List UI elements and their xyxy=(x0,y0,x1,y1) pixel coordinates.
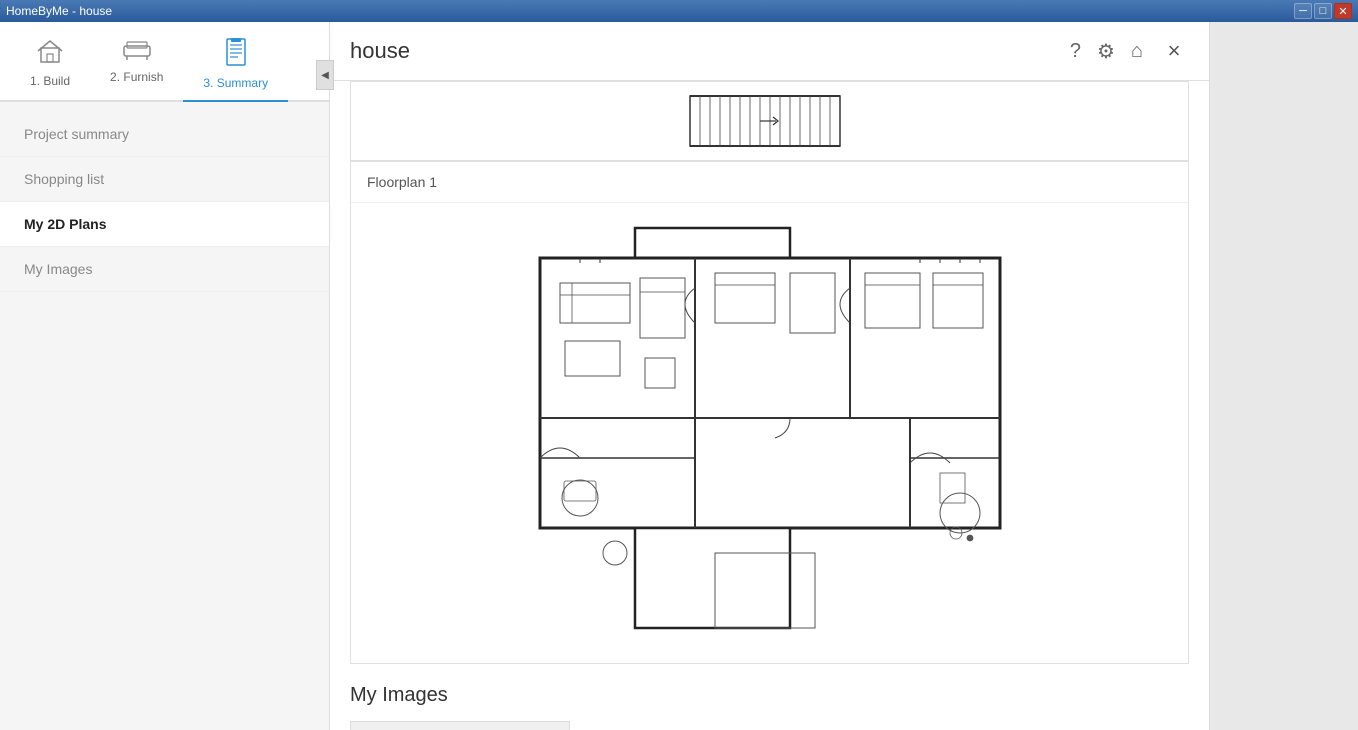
title-bar-left: HomeByMe - house xyxy=(6,4,112,18)
my-images-section: My Images xyxy=(350,684,1189,730)
maximize-button[interactable]: □ xyxy=(1314,3,1332,19)
title-bar-controls: ─ □ ✕ xyxy=(1294,3,1352,19)
sidebar: 1. Build 2. Furnish xyxy=(0,22,330,730)
build-icon xyxy=(37,38,63,70)
my-images-title: My Images xyxy=(350,684,1189,707)
floorplan-svg xyxy=(480,223,1060,643)
close-button[interactable]: ✕ xyxy=(1334,3,1352,19)
tab-build-label: 1. Build xyxy=(30,74,70,88)
home-icon[interactable]: ⌂ xyxy=(1131,40,1143,63)
my-images-placeholder xyxy=(350,721,570,730)
modal-header: house ? ⚙ ⌂ × xyxy=(330,22,1209,81)
sidebar-toggle[interactable]: ◀ xyxy=(316,60,334,90)
app-container: 1. Build 2. Furnish xyxy=(0,22,1358,730)
tab-furnish[interactable]: 2. Furnish xyxy=(90,30,183,102)
staircase-svg xyxy=(560,91,980,151)
modal-panel: house ? ⚙ ⌂ × xyxy=(330,22,1210,730)
top-partial-section xyxy=(350,81,1189,161)
sidebar-item-my-images[interactable]: My Images xyxy=(0,247,329,292)
tab-summary[interactable]: 3. Summary xyxy=(183,30,288,102)
summary-icon xyxy=(225,38,247,72)
nav-tabs: 1. Build 2. Furnish xyxy=(0,22,329,102)
sidebar-item-my-2d-plans[interactable]: My 2D Plans xyxy=(0,202,329,247)
content-area: house ? ⚙ ⌂ × xyxy=(330,22,1358,730)
tab-summary-label: 3. Summary xyxy=(203,76,268,90)
floorplan-section: Floorplan 1 xyxy=(350,161,1189,664)
sidebar-menu: Project summary Shopping list My 2D Plan… xyxy=(0,102,329,302)
title-bar: HomeByMe - house ─ □ ✕ xyxy=(0,0,1358,22)
tab-furnish-label: 2. Furnish xyxy=(110,70,163,84)
furnish-icon xyxy=(122,38,152,66)
modal-body: Floorplan 1 xyxy=(330,81,1209,730)
floorplan-container xyxy=(351,203,1188,663)
settings-icon[interactable]: ⚙ xyxy=(1097,39,1115,64)
app-title: HomeByMe - house xyxy=(6,4,112,18)
tab-build[interactable]: 1. Build xyxy=(10,30,90,102)
help-icon[interactable]: ? xyxy=(1070,40,1081,63)
minimize-button[interactable]: ─ xyxy=(1294,3,1312,19)
sidebar-item-project-summary[interactable]: Project summary xyxy=(0,112,329,157)
floorplan-label: Floorplan 1 xyxy=(351,162,1188,203)
modal-title: house xyxy=(350,38,410,64)
header-icons: ? ⚙ ⌂ × xyxy=(1070,36,1189,66)
sidebar-item-shopping-list[interactable]: Shopping list xyxy=(0,157,329,202)
modal-close-button[interactable]: × xyxy=(1159,36,1189,66)
